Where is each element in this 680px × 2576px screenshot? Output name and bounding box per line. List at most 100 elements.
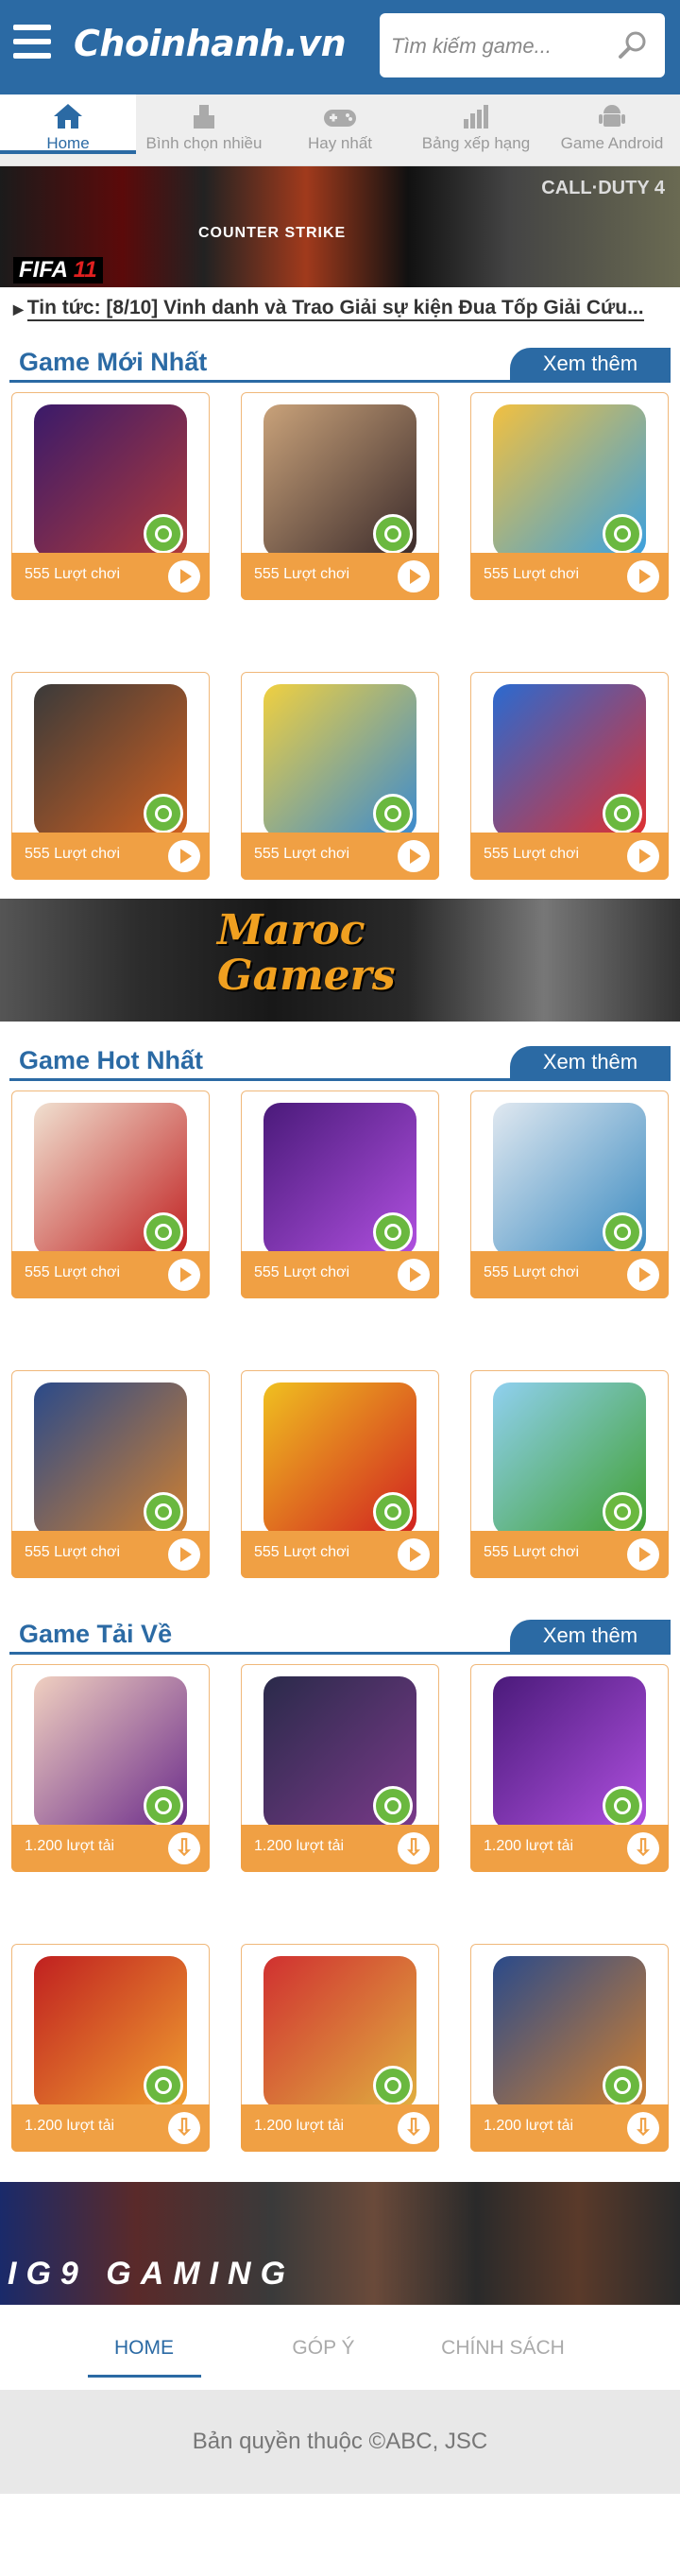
play-icon[interactable] [627, 1538, 659, 1571]
game-card[interactable]: 360 Security Lite 1.200 lượt tải [11, 1664, 210, 1872]
bottom-banner[interactable]: IG9 GAMING [0, 2182, 680, 2305]
game-card[interactable]: Easy Touch 555 Lượt chơi [241, 392, 439, 600]
play-count: 555 Lượt chơi [254, 846, 350, 862]
section-download-header: Game Tải Về Xem thêm [9, 1614, 671, 1655]
game-card[interactable]: Xem phim Online 555 Lượt chơi [470, 1091, 669, 1298]
game-thumbnail[interactable] [264, 1103, 416, 1256]
card-footer: 1.200 lượt tải [470, 2104, 669, 2152]
game-thumbnail[interactable] [264, 1956, 416, 2109]
ticker-arrow-icon: ▶ [13, 301, 24, 317]
mid-banner-line2: Gamers [217, 952, 396, 1000]
download-icon[interactable] [627, 2112, 659, 2144]
target-badge-icon [144, 514, 183, 554]
play-count: 555 Lượt chơi [25, 1264, 121, 1280]
game-thumbnail[interactable] [264, 684, 416, 837]
banner-cs-text: COUNTER STRIKE [198, 225, 347, 241]
footer-link-policy[interactable]: CHÍNH SÁCH [414, 2337, 593, 2375]
game-thumbnail[interactable] [34, 1956, 187, 2109]
mid-banner-line1: Maroc [217, 906, 366, 954]
game-card[interactable]: Xem phim Online 555 Lượt chơi [470, 1370, 669, 1578]
site-logo[interactable]: Choinhanh.vn [74, 23, 347, 64]
game-thumbnail[interactable] [493, 1956, 646, 2109]
target-badge-icon [603, 1212, 642, 1252]
play-icon[interactable] [627, 560, 659, 592]
card-footer: 555 Lượt chơi [241, 833, 439, 880]
play-icon[interactable] [168, 560, 200, 592]
game-thumbnail[interactable] [34, 1103, 187, 1256]
game-thumbnail[interactable] [34, 684, 187, 837]
card-footer: 555 Lượt chơi [470, 1531, 669, 1578]
game-card[interactable]: Xem phim Online 1.200 lượt tải [470, 1944, 669, 2152]
play-icon[interactable] [627, 1259, 659, 1291]
download-icon[interactable] [168, 1832, 200, 1864]
download-icon[interactable] [398, 1832, 430, 1864]
game-card[interactable]: Xem phim Online 1.200 lượt tải [470, 1664, 669, 1872]
card-footer: 1.200 lượt tải [241, 2104, 439, 2152]
game-thumbnail[interactable] [34, 404, 187, 558]
game-card[interactable]: Easy Touch 1.200 lượt tải [241, 1664, 439, 1872]
target-badge-icon [373, 514, 413, 554]
nav-ranking[interactable]: Bảng xếp hạng [408, 94, 544, 165]
section-new-header: Game Mới Nhất Xem thêm [9, 342, 671, 383]
ticker-text[interactable]: Tin tức: [8/10] Vinh danh và Trao Giải s… [26, 297, 644, 321]
game-card[interactable]: 360 Security Lite 555 Lượt chơi [11, 1091, 210, 1298]
download-icon[interactable] [627, 1832, 659, 1864]
nav-android[interactable]: Game Android [544, 94, 680, 165]
play-icon[interactable] [398, 560, 430, 592]
play-count: 555 Lượt chơi [25, 846, 121, 862]
game-card[interactable]: 360 Security Lite 555 Lượt chơi [11, 672, 210, 880]
target-badge-icon [144, 794, 183, 833]
play-count: 555 Lượt chơi [484, 846, 580, 862]
game-thumbnail[interactable] [493, 1676, 646, 1829]
nav-home[interactable]: Home [0, 94, 136, 154]
section-new-more-button[interactable]: Xem thêm [510, 348, 671, 380]
play-icon[interactable] [168, 840, 200, 872]
target-badge-icon [603, 794, 642, 833]
card-footer: 555 Lượt chơi [11, 1251, 210, 1298]
play-icon[interactable] [168, 1538, 200, 1571]
play-icon[interactable] [168, 1259, 200, 1291]
search-input[interactable] [389, 30, 610, 62]
search-icon[interactable] [616, 28, 650, 62]
game-card[interactable]: Easy Touch 555 Lượt chơi [241, 1370, 439, 1578]
play-icon[interactable] [398, 1259, 430, 1291]
play-icon[interactable] [398, 840, 430, 872]
mid-banner[interactable]: Maroc Gamers [0, 899, 680, 1022]
section-hot-more-button[interactable]: Xem thêm [510, 1046, 671, 1078]
game-card[interactable]: 360 Security Lite 555 Lượt chơi [11, 392, 210, 600]
game-card[interactable]: Xem phim Online 555 Lượt chơi [470, 392, 669, 600]
play-icon[interactable] [627, 840, 659, 872]
top-banner[interactable]: COUNTER STRIKE CALL·DUTY 4 FIFA 11 [0, 166, 680, 287]
game-card[interactable]: 360 Security Lite 555 Lượt chơi [11, 1370, 210, 1578]
game-card[interactable]: Easy Touch 1.200 lượt tải [241, 1944, 439, 2152]
game-thumbnail[interactable] [34, 1382, 187, 1536]
game-card[interactable]: Xem phim Online 555 Lượt chơi [470, 672, 669, 880]
section-download-more-button[interactable]: Xem thêm [510, 1620, 671, 1652]
target-badge-icon [373, 1212, 413, 1252]
game-thumbnail[interactable] [493, 1382, 646, 1536]
footer-link-home[interactable]: HOME [87, 2337, 201, 2378]
play-count: 555 Lượt chơi [254, 566, 350, 582]
game-card[interactable]: Easy Touch 555 Lượt chơi [241, 672, 439, 880]
game-thumbnail[interactable] [493, 1103, 646, 1256]
download-icon[interactable] [398, 2112, 430, 2144]
card-footer: 1.200 lượt tải [470, 1825, 669, 1872]
nav-vote[interactable]: Bình chọn nhiều [136, 94, 272, 165]
menu-icon[interactable] [13, 25, 51, 66]
game-thumbnail[interactable] [264, 404, 416, 558]
game-thumbnail[interactable] [264, 1676, 416, 1829]
game-thumbnail[interactable] [493, 404, 646, 558]
target-badge-icon [144, 1492, 183, 1532]
game-card[interactable]: 360 Security Lite 1.200 lượt tải [11, 1944, 210, 2152]
nav-vote-label: Bình chọn nhiều [145, 134, 263, 152]
nav-best[interactable]: Hay nhất [272, 94, 408, 165]
play-icon[interactable] [398, 1538, 430, 1571]
game-thumbnail[interactable] [34, 1676, 187, 1829]
footer-link-feedback[interactable]: GÓP Ý [234, 2337, 414, 2375]
game-card[interactable]: Easy Touch 555 Lượt chơi [241, 1091, 439, 1298]
game-thumbnail[interactable] [264, 1382, 416, 1536]
target-badge-icon [373, 1492, 413, 1532]
news-ticker[interactable]: ▶ Tin tức: [8/10] Vinh danh và Trao Giải … [0, 287, 680, 329]
game-thumbnail[interactable] [493, 684, 646, 837]
download-icon[interactable] [168, 2112, 200, 2144]
